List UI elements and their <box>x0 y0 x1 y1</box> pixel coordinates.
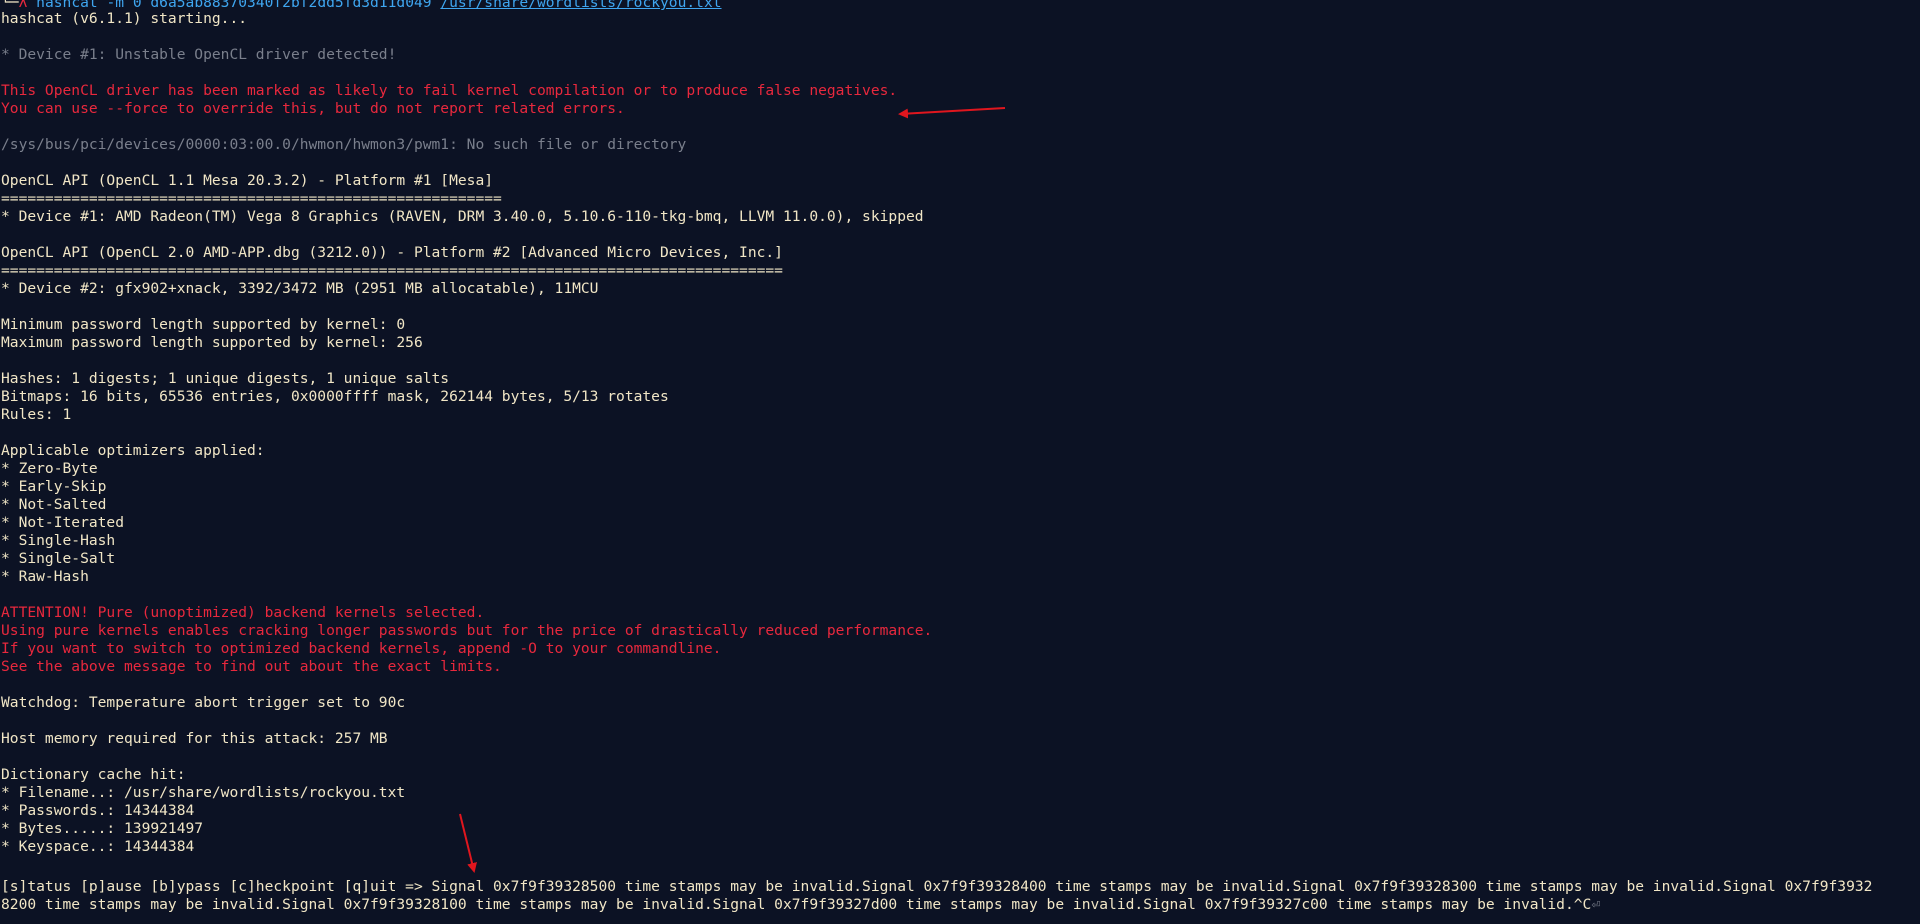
command-text: hashcat -m 0 d6a5ab88370340f2bf2dd5fd3d1… <box>36 0 432 10</box>
platform1-rule: ========================================… <box>1 190 502 207</box>
min-password-line: Minimum password length supported by ker… <box>1 316 406 333</box>
cache-passwords-line: * Passwords.: 14344384 <box>1 802 195 819</box>
prompt-corner-glyph: └─ <box>1 0 19 10</box>
attention-line: ATTENTION! Pure (unoptimized) backend ke… <box>1 604 485 621</box>
platform2-header: OpenCL API (OpenCL 2.0 AMD-APP.dbg (3212… <box>1 244 783 261</box>
hashcat-starting-line: hashcat (v6.1.1) starting... <box>1 10 248 27</box>
host-memory-line: Host memory required for this attack: 25… <box>1 730 388 747</box>
attention-line: If you want to switch to optimized backe… <box>1 640 722 657</box>
optimizer-item: * Not-Iterated <box>1 514 125 531</box>
hwmon-error-line: /sys/bus/pci/devices/0000:03:00.0/hwmon/… <box>1 136 687 153</box>
cache-bytes-line: * Bytes.....: 139921497 <box>1 820 204 837</box>
terminal-window[interactable]: └─λ hashcat -m 0 d6a5ab88370340f2bf2dd5f… <box>0 0 1920 920</box>
attention-line: Using pure kernels enables cracking long… <box>1 622 933 639</box>
optimizer-item: * Not-Salted <box>1 496 107 513</box>
wordlist-path-link[interactable]: /usr/share/wordlists/rockyou.txt <box>440 0 721 10</box>
rules-line: Rules: 1 <box>1 406 72 423</box>
platform1-header: OpenCL API (OpenCL 1.1 Mesa 20.3.2) - Pl… <box>1 172 494 189</box>
status-line-2-text: 8200 time stamps may be invalid.Signal 0… <box>1 896 1592 913</box>
bitmaps-line: Bitmaps: 16 bits, 65536 entries, 0x0000f… <box>1 388 669 405</box>
driver-error-line-2: You can use --force to override this, bu… <box>1 100 625 117</box>
return-icon: ⏎ <box>1591 896 1601 913</box>
platform1-device: * Device #1: AMD Radeon(TM) Vega 8 Graph… <box>1 208 924 225</box>
attention-line: See the above message to find out about … <box>1 658 502 675</box>
status-line-1: [s]tatus [p]ause [b]ypass [c]heckpoint [… <box>1 878 1873 895</box>
device-warning-line: * Device #1: Unstable OpenCL driver dete… <box>1 46 397 63</box>
status-line-2: 8200 time stamps may be invalid.Signal 0… <box>1 896 1919 914</box>
optimizer-item: * Early-Skip <box>1 478 107 495</box>
optimizer-item: * Single-Salt <box>1 550 116 567</box>
watchdog-line: Watchdog: Temperature abort trigger set … <box>1 694 406 711</box>
optimizer-item: * Zero-Byte <box>1 460 98 477</box>
cache-keyspace-line: * Keyspace..: 14344384 <box>1 838 195 855</box>
prompt-lambda-icon: λ <box>18 0 28 10</box>
command-prompt-line: └─λ hashcat -m 0 d6a5ab88370340f2bf2dd5f… <box>1 0 1920 10</box>
status-prompt-area[interactable]: [s]tatus [p]ause [b]ypass [c]heckpoint [… <box>1 878 1919 914</box>
platform2-rule: ========================================… <box>1 262 783 279</box>
dictionary-cache-header: Dictionary cache hit: <box>1 766 186 783</box>
optimizer-item: * Raw-Hash <box>1 568 89 585</box>
driver-error-line-1: This OpenCL driver has been marked as li… <box>1 82 898 99</box>
hashes-line: Hashes: 1 digests; 1 unique digests, 1 u… <box>1 370 450 387</box>
max-password-line: Maximum password length supported by ker… <box>1 334 423 351</box>
platform2-device: * Device #2: gfx902+xnack, 3392/3472 MB … <box>1 280 599 297</box>
optimizers-header: Applicable optimizers applied: <box>1 442 265 459</box>
cache-filename-line: * Filename..: /usr/share/wordlists/rocky… <box>1 784 406 801</box>
optimizer-item: * Single-Hash <box>1 532 116 549</box>
